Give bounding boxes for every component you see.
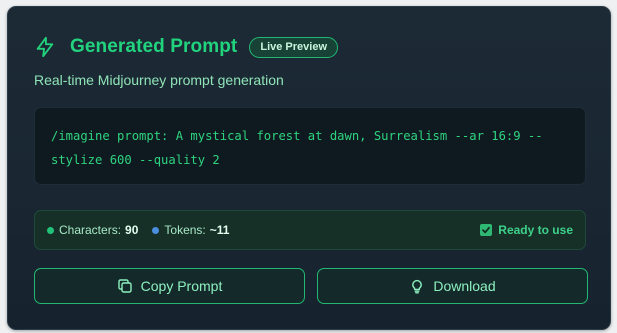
- ready-status: Ready to use: [480, 223, 573, 237]
- ready-label: Ready to use: [498, 223, 573, 237]
- characters-label: Characters:: [59, 223, 122, 237]
- prompt-output-box: /imagine prompt: A mystical forest at da…: [34, 107, 586, 185]
- tokens-stat: Tokens: ~11: [152, 223, 229, 237]
- lightning-bolt-icon: [34, 36, 56, 58]
- live-preview-badge: Live Preview: [249, 36, 339, 58]
- stats-bar: Characters: 90 Tokens: ~11 Ready to use: [34, 210, 586, 250]
- characters-count: 90: [125, 223, 139, 237]
- copy-prompt-label: Copy Prompt: [140, 278, 223, 294]
- page-title: Generated Prompt: [70, 36, 238, 57]
- tokens-label: Tokens:: [164, 223, 206, 237]
- characters-stat: Characters: 90: [47, 223, 138, 237]
- lightbulb-icon: [409, 278, 425, 294]
- copy-prompt-button[interactable]: Copy Prompt: [34, 268, 305, 304]
- card-header: Generated Prompt Live Preview: [34, 35, 339, 59]
- copy-icon: [117, 278, 133, 294]
- prompt-text: /imagine prompt: A mystical forest at da…: [51, 129, 543, 167]
- checkbox-check-icon: [480, 224, 493, 236]
- download-button[interactable]: Download: [317, 268, 588, 304]
- tokens-count: ~11: [209, 223, 230, 237]
- generated-prompt-card: Generated Prompt Live Preview Real-time …: [7, 6, 611, 330]
- subtitle: Real-time Midjourney prompt generation: [34, 72, 284, 88]
- green-dot-icon: [47, 226, 54, 234]
- download-label: Download: [433, 278, 496, 294]
- blue-dot-icon: [152, 226, 160, 234]
